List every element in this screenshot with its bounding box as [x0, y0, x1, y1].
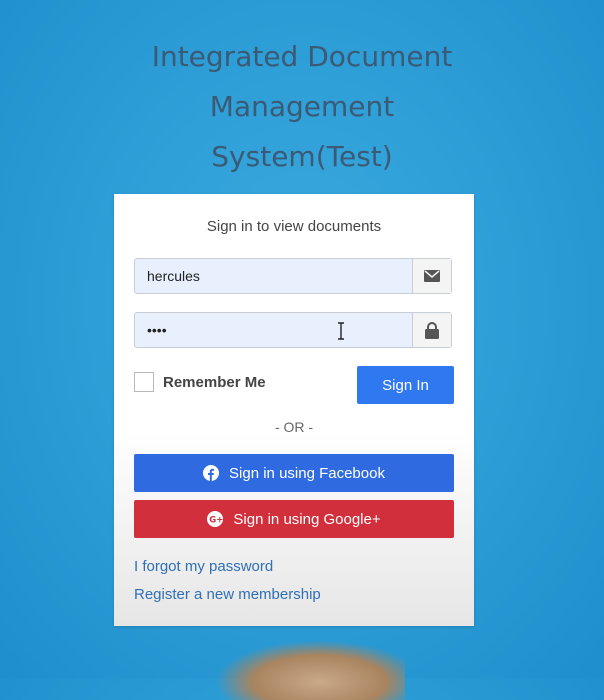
facebook-signin-button[interactable]: Sign in using Facebook — [134, 454, 454, 492]
hand-photo-overlay — [215, 640, 405, 700]
login-subtitle: Sign in to view documents — [206, 218, 382, 235]
login-box: Sign in to view documents Remember Me Si… — [114, 194, 474, 626]
google-signin-button[interactable]: G+ Sign in using Google+ — [134, 500, 454, 538]
facebook-icon — [203, 465, 220, 481]
lock-icon — [412, 313, 451, 347]
title-suffix: (Test) — [315, 140, 393, 173]
envelope-icon — [412, 259, 451, 293]
title-line-2: Management — [209, 90, 395, 123]
sign-in-button[interactable]: Sign In — [357, 366, 454, 404]
register-link[interactable]: Register a new membership — [134, 586, 321, 603]
username-input[interactable] — [135, 259, 415, 293]
password-input[interactable] — [135, 313, 415, 347]
or-divider: - OR - — [274, 419, 314, 435]
svg-text:G+: G+ — [210, 515, 224, 525]
username-field-group — [134, 258, 452, 294]
google-plus-icon: G+ — [207, 511, 224, 527]
page-title: Integrated Document Management System(Te… — [0, 32, 604, 182]
remember-checkbox[interactable] — [134, 372, 154, 392]
title-line-1: Integrated Document — [151, 40, 453, 73]
password-field-group — [134, 312, 452, 348]
google-label: Sign in using Google+ — [233, 510, 381, 528]
remember-me: Remember Me — [134, 372, 266, 392]
forgot-password-link[interactable]: I forgot my password — [134, 558, 273, 575]
facebook-label: Sign in using Facebook — [229, 464, 385, 482]
remember-label: Remember Me — [163, 373, 266, 391]
title-line-3: System(Test) — [211, 140, 393, 173]
text-cursor-icon — [338, 322, 344, 340]
